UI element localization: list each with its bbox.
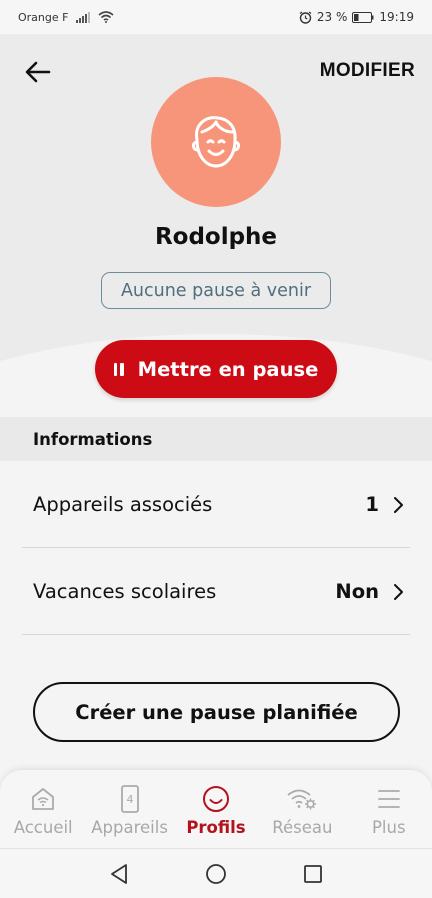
arrow-left-icon (25, 61, 51, 83)
carrier-label: Orange F (18, 10, 69, 24)
row-value: 1 (365, 493, 379, 516)
tab-reseau[interactable]: Réseau (259, 784, 345, 837)
pause-button[interactable]: Mettre en pause (95, 340, 337, 398)
tab-label: Plus (371, 818, 406, 837)
nav-back-button[interactable] (99, 854, 139, 894)
profile-name: Rodolphe (154, 224, 278, 250)
row-right: Non (335, 580, 404, 603)
smile-profile-icon (202, 784, 230, 814)
status-bar: Orange F 23 % 19:19 (0, 0, 432, 34)
section-header-informations: Informations (0, 417, 432, 461)
back-button[interactable] (22, 56, 54, 88)
square-recents-icon (304, 864, 323, 883)
row-label: Vacances scolaires (33, 580, 217, 603)
chevron-right-icon (394, 496, 403, 513)
boy-face-icon (191, 116, 241, 168)
pause-button-label: Mettre en pause (137, 357, 319, 381)
menu-icon (377, 784, 401, 814)
row-school-holidays[interactable]: Vacances scolaires Non (22, 548, 410, 635)
row-value: Non (335, 580, 379, 603)
bottom-tab-bar: Accueil 4 Appareils Profils Réseau Plus (0, 770, 432, 848)
tab-accueil[interactable]: Accueil (0, 784, 86, 837)
pause-status-badge: Aucune pause à venir (101, 272, 331, 309)
tab-appareils[interactable]: 4 Appareils (87, 784, 173, 837)
chevron-right-icon (394, 583, 403, 600)
divider (22, 634, 410, 635)
tab-profils[interactable]: Profils (173, 784, 259, 837)
home-wifi-icon (30, 784, 56, 814)
tab-label: Réseau (272, 818, 333, 837)
nav-recents-button[interactable] (293, 854, 333, 894)
pause-icon (113, 362, 124, 376)
phone-device-icon: 4 (120, 784, 140, 814)
tab-label: Profils (186, 818, 246, 837)
edit-button[interactable]: MODIFIER (320, 60, 415, 82)
row-associated-devices[interactable]: Appareils associés 1 (22, 461, 410, 548)
circle-home-icon (206, 863, 226, 884)
status-left: Orange F (18, 11, 114, 24)
tab-label: Appareils (91, 818, 168, 837)
status-right: 23 % 19:19 (299, 10, 414, 24)
signal-icon (76, 11, 91, 23)
battery-icon (352, 11, 374, 23)
avatar (151, 77, 281, 207)
create-scheduled-pause-button[interactable]: Créer une pause planifiée (33, 682, 400, 742)
row-right: 1 (365, 493, 404, 516)
tab-plus[interactable]: Plus (346, 784, 432, 837)
clock: 19:19 (379, 10, 414, 24)
row-label: Appareils associés (33, 493, 213, 516)
system-nav-bar (0, 848, 432, 898)
battery-percent: 23 % (316, 10, 348, 24)
alarm-icon (299, 11, 312, 24)
nav-home-button[interactable] (196, 854, 236, 894)
tab-label: Accueil (13, 818, 73, 837)
wifi-status-icon (98, 11, 114, 23)
triangle-back-icon (110, 863, 127, 884)
wifi-settings-icon (286, 784, 318, 814)
device-count-badge: 4 (126, 793, 133, 806)
